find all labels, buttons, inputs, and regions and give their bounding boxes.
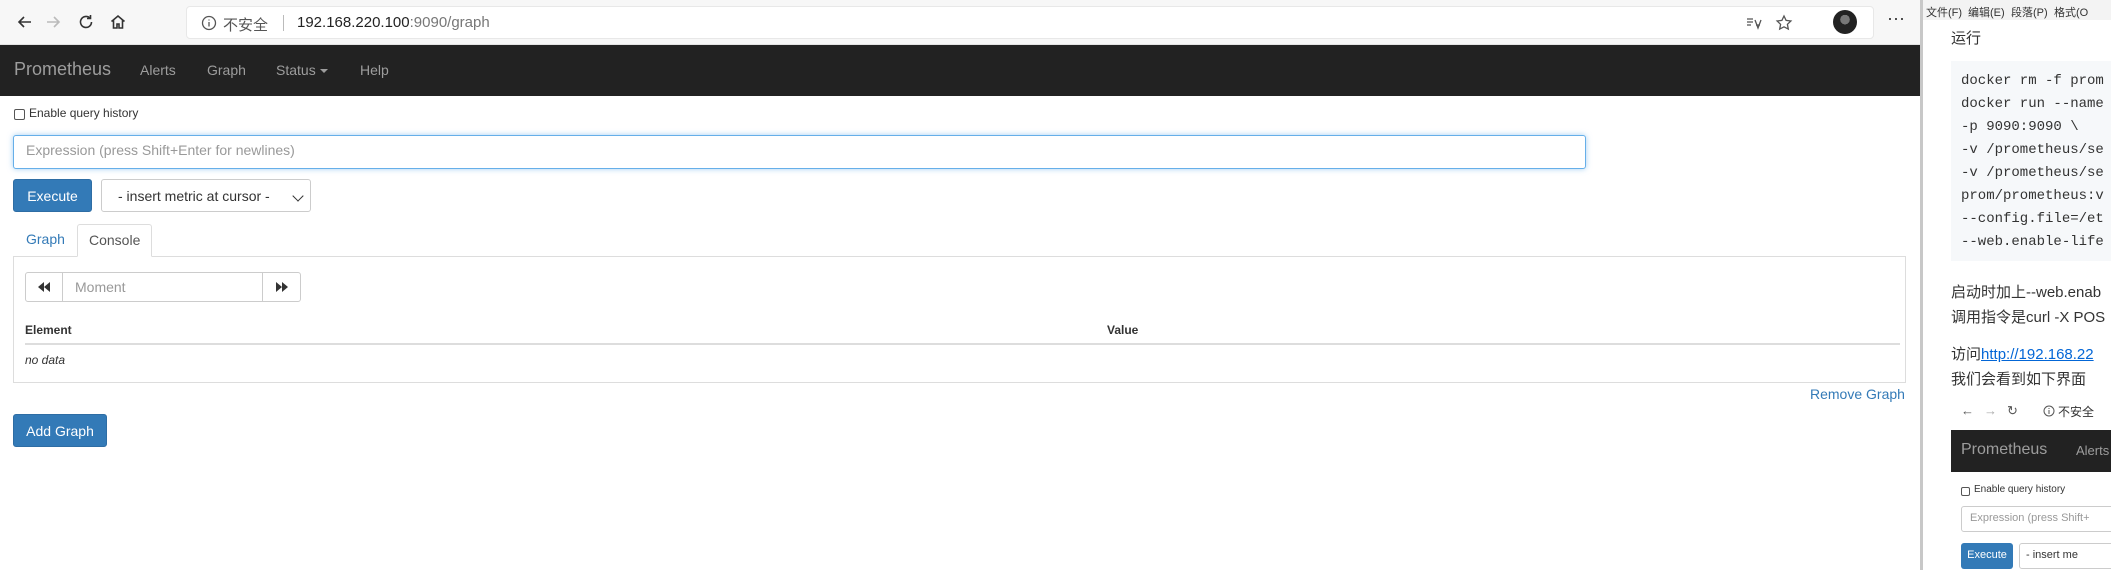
tab-graph[interactable]: Graph xyxy=(14,224,77,256)
query-history-label[interactable]: Enable query history xyxy=(29,106,138,120)
mini-history-checkbox xyxy=(1961,487,1970,496)
back-arrow-icon: ← xyxy=(1961,403,1974,418)
code-line: --config.file=/et xyxy=(1961,211,2104,227)
mini-toolbar: ← → ↻ 不安全 xyxy=(1951,396,2111,426)
nav-graph[interactable]: Graph xyxy=(207,62,246,78)
code-block: docker rm -f prom docker run --name -p 9… xyxy=(1951,61,2111,261)
nav-alerts[interactable]: Alerts xyxy=(140,62,176,78)
refresh-icon[interactable] xyxy=(71,7,101,37)
url-host: 192.168.220.100 xyxy=(297,14,410,31)
doc-paragraph-line: 调用指令是curl -X POS xyxy=(1951,309,2106,326)
caret-down-icon xyxy=(319,69,328,74)
menu-paragraph[interactable]: 段落(P) xyxy=(2011,4,2048,20)
menu-edit[interactable]: 编辑(E) xyxy=(1968,4,2005,20)
forward-arrow-icon[interactable] xyxy=(38,7,68,37)
code-line: docker rm -f prom xyxy=(1961,73,2104,89)
moment-back-button[interactable] xyxy=(25,272,63,302)
document-window: 文件(F) 编辑(E) 段落(P) 格式(O 运行 docker rm -f p… xyxy=(1923,0,2111,570)
nav-status[interactable]: Status xyxy=(276,62,328,78)
table-header-divider xyxy=(25,343,1900,345)
url-text[interactable]: 192.168.220.100:9090/graph xyxy=(297,14,490,31)
forward-arrow-icon: → xyxy=(1984,403,1997,418)
home-icon[interactable] xyxy=(103,7,133,37)
mini-security-label: 不安全 xyxy=(2058,405,2095,419)
doc-paragraph-line: 启动时加上--web.enab xyxy=(1951,284,2102,301)
moment-input[interactable] xyxy=(62,272,263,302)
execute-button[interactable]: Execute xyxy=(13,179,92,212)
refresh-icon: ↻ xyxy=(2007,403,2018,418)
add-graph-button[interactable]: Add Graph xyxy=(13,414,107,447)
code-line: -v /prometheus/se xyxy=(1961,142,2104,158)
code-line: prom/prometheus:v xyxy=(1961,188,2104,204)
avatar[interactable] xyxy=(1833,10,1857,34)
url-path: :9090/graph xyxy=(409,14,490,31)
prometheus-navbar: Prometheus Alerts Graph Status Help xyxy=(0,45,1922,96)
mini-history-label: Enable query history xyxy=(1974,484,2066,495)
chevron-down-icon xyxy=(292,190,304,202)
mini-metric-select: - insert me xyxy=(2019,543,2111,569)
doc-visit-line: 访问http://192.168.22 xyxy=(1951,343,2094,364)
info-circle-icon[interactable] xyxy=(201,15,217,31)
code-line: -p 9090:9090 \ xyxy=(1961,119,2079,135)
fast-backward-icon xyxy=(38,282,50,292)
metric-select-value: - insert metric at cursor - xyxy=(118,187,270,204)
code-line: -v /prometheus/se xyxy=(1961,165,2104,181)
menu-file[interactable]: 文件(F) xyxy=(1926,4,1962,20)
mini-brand: Prometheus xyxy=(1961,441,2048,458)
browser-window: 不安全 192.168.220.100:9090/graph ··· Prome… xyxy=(0,0,1922,570)
address-bar[interactable]: 不安全 192.168.220.100:9090/graph xyxy=(186,6,1874,39)
mini-expression-input: Expression (press Shift+ xyxy=(1961,506,2111,532)
empty-table-text: no data xyxy=(25,353,66,367)
prometheus-brand[interactable]: Prometheus xyxy=(14,59,111,80)
insert-metric-select[interactable]: - insert metric at cursor - xyxy=(101,179,311,212)
star-icon[interactable] xyxy=(1775,14,1793,32)
query-history-checkbox[interactable] xyxy=(14,109,25,120)
editor-menu-bar: 文件(F) 编辑(E) 段落(P) 格式(O xyxy=(1923,0,2111,20)
address-divider xyxy=(283,15,284,31)
security-label[interactable]: 不安全 xyxy=(223,14,268,35)
more-dots-icon[interactable]: ··· xyxy=(1884,8,1908,32)
embedded-screenshot: ← → ↻ 不安全 Prometheus Alerts Enable query… xyxy=(1951,396,2111,570)
code-line: --web.enable-life xyxy=(1961,234,2104,250)
column-header-value: Value xyxy=(1107,323,1139,337)
reader-mode-icon[interactable] xyxy=(1745,15,1763,33)
doc-paragraph-line: 我们会看到如下界面 xyxy=(1951,371,2087,388)
doc-heading-run: 运行 xyxy=(1951,30,1982,47)
expression-input[interactable] xyxy=(13,135,1586,169)
nav-help[interactable]: Help xyxy=(360,62,389,78)
doc-visit-prefix: 访问 xyxy=(1951,346,1982,363)
browser-toolbar: 不安全 192.168.220.100:9090/graph ··· xyxy=(0,0,1922,45)
nav-status-label: Status xyxy=(276,62,316,78)
remove-graph-link[interactable]: Remove Graph xyxy=(1810,386,1905,402)
moment-forward-button[interactable] xyxy=(262,272,301,302)
mini-nav-alerts: Alerts xyxy=(2076,443,2110,458)
menu-format[interactable]: 格式(O xyxy=(2054,4,2088,20)
fast-forward-icon xyxy=(275,282,288,292)
info-circle-icon xyxy=(2043,405,2055,417)
mini-prometheus-navbar: Prometheus Alerts xyxy=(1951,430,2111,472)
code-line: docker run --name xyxy=(1961,96,2104,112)
column-header-element: Element xyxy=(25,323,72,337)
back-arrow-icon[interactable] xyxy=(10,7,40,37)
doc-link[interactable]: http://192.168.22 xyxy=(1981,346,2094,363)
mini-execute-button: Execute xyxy=(1961,543,2013,569)
tab-console[interactable]: Console xyxy=(77,224,153,257)
